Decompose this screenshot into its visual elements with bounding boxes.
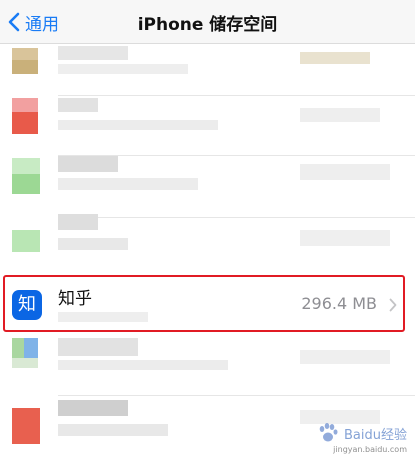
blurred-app-size — [300, 410, 380, 424]
blurred-app-icon — [12, 174, 40, 194]
blurred-app-name — [58, 156, 118, 172]
blurred-app-name — [58, 338, 138, 356]
blurred-app-name — [58, 400, 128, 416]
list-item-blurred[interactable] — [0, 156, 415, 218]
chevron-right-icon — [389, 298, 397, 312]
blurred-app-icon — [12, 112, 38, 134]
blurred-app-subtitle — [58, 238, 128, 250]
paw-logo-icon — [319, 423, 338, 442]
blurred-app-size — [300, 350, 390, 364]
blurred-app-icon — [12, 358, 38, 368]
page-title: iPhone 储存空间 — [137, 15, 278, 35]
list-item-blurred[interactable] — [0, 94, 415, 156]
app-storage-list: 知 知乎 296.4 MB — [0, 44, 415, 458]
blurred-app-icon — [12, 408, 40, 444]
blurred-app-name — [58, 214, 98, 230]
watermark-url: jingyan.baidu.com — [333, 445, 407, 454]
list-item-blurred[interactable] — [0, 214, 415, 276]
blurred-app-icon — [12, 338, 24, 358]
blurred-app-icon — [12, 230, 40, 252]
blurred-app-icon — [12, 158, 40, 174]
blurred-app-subtitle — [58, 312, 148, 322]
app-size: 296.4 MB — [301, 294, 377, 313]
blurred-app-subtitle — [58, 360, 228, 370]
blurred-app-size — [300, 164, 390, 180]
navigation-bar: 通用 iPhone 储存空间 — [0, 0, 415, 44]
zhihu-app-icon: 知 — [12, 290, 42, 320]
blurred-app-subtitle — [58, 178, 198, 190]
blurred-app-size — [300, 52, 370, 64]
baidu-jingyan-watermark: Baidu经验 jingyan.baidu.com — [317, 423, 409, 454]
blurred-app-icon — [12, 60, 38, 74]
blurred-app-subtitle — [58, 424, 168, 436]
blurred-app-size — [300, 108, 380, 122]
blurred-app-name — [58, 46, 128, 60]
blurred-app-icon — [24, 338, 38, 358]
blurred-app-icon — [12, 98, 38, 112]
app-name: 知乎 — [58, 289, 92, 309]
blurred-app-subtitle — [58, 120, 218, 130]
blurred-app-subtitle — [58, 64, 188, 74]
blurred-app-icon — [12, 48, 38, 60]
blurred-app-name — [58, 98, 98, 112]
blurred-app-size — [300, 230, 390, 246]
watermark-brand: Baidu经验 — [344, 428, 407, 443]
list-item-blurred[interactable] — [0, 334, 415, 396]
list-item-zhihu[interactable]: 知 知乎 296.4 MB — [0, 276, 415, 338]
